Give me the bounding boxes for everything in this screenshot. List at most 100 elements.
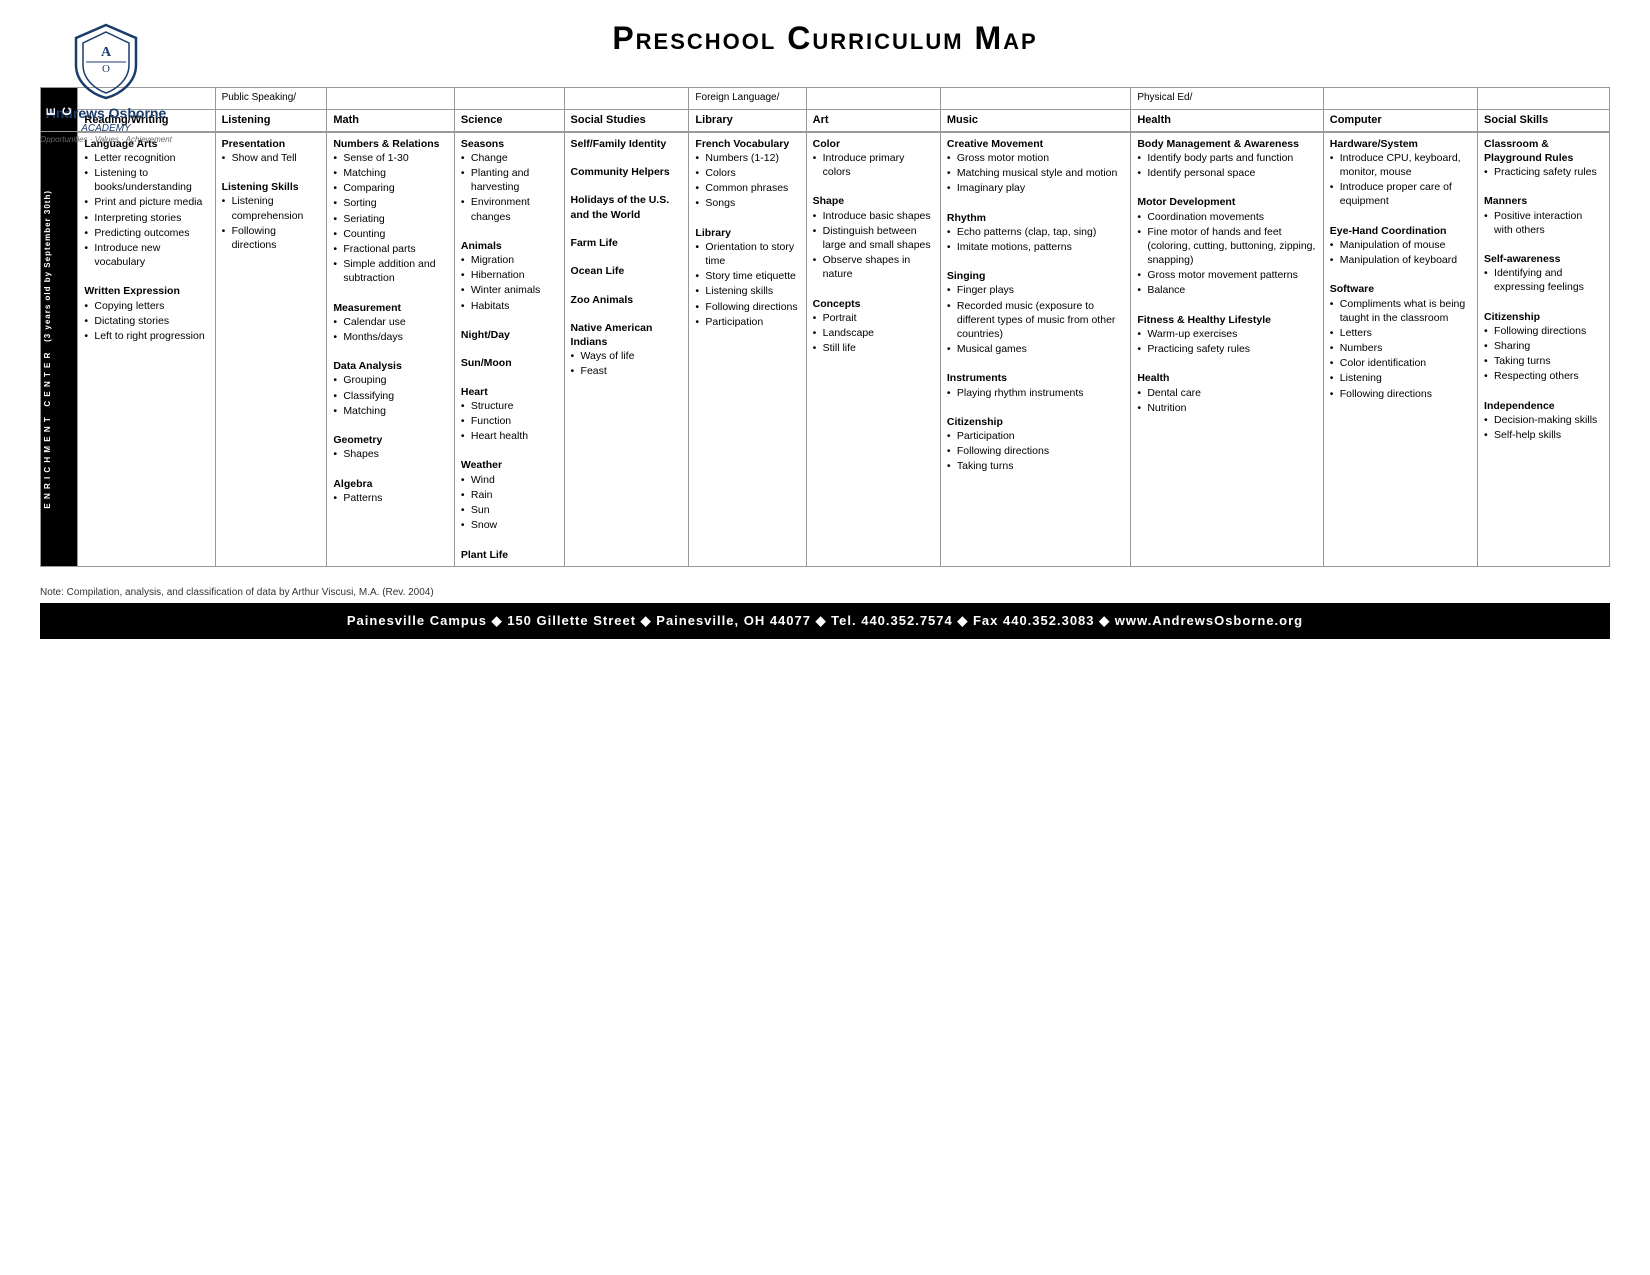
fitness-items: Warm-up exercises Practicing safety rule… [1137,327,1316,356]
list-item: Matching [333,166,448,180]
list-item: Manipulation of keyboard [1330,253,1471,267]
section-label-cell: E N R I C H M E N T C E N T E R (3 years… [41,132,78,566]
list-item: Predicting outcomes [84,226,208,240]
math-items: Sense of 1-30 Matching Comparing Sorting… [333,151,448,286]
written-expression-title: Written Expression [84,285,180,297]
list-item: Sun [461,503,558,517]
data-analysis-title: Data Analysis [333,360,401,372]
math-content: Numbers & Relations Sense of 1-30 Matchi… [327,132,455,566]
list-item: Common phrases [695,181,799,195]
list-item: Migration [461,253,558,267]
music-citizenship-items: Participation Following directions Takin… [947,429,1124,474]
list-item: Hibernation [461,268,558,282]
footer-address: Painesville Campus ◆ 150 Gillette Street… [347,613,1303,628]
list-item: Manipulation of mouse [1330,238,1471,252]
list-item: Feast [571,364,683,378]
list-item: Introduce CPU, keyboard, monitor, mouse [1330,151,1471,179]
eye-hand-title: Eye-Hand Coordination [1330,225,1447,237]
list-item: Nutrition [1137,401,1316,415]
social-content: Self/Family Identity Community Helpers H… [564,132,689,566]
social-skills-super [1478,88,1610,110]
list-item: Change [461,151,558,165]
list-item: Colors [695,166,799,180]
list-item: Habitats [461,299,558,313]
content-row: E N R I C H M E N T C E N T E R (3 years… [41,132,1610,566]
computer-header: Computer [1323,109,1477,131]
list-item: Planting and harvesting [461,166,558,194]
footer-bar: Painesville Campus ◆ 150 Gillette Street… [40,603,1610,639]
listening-items: Listening comprehension Following direct… [222,194,321,252]
svg-text:A: A [101,45,112,60]
rhythm-title: Rhythm [947,212,986,224]
singing-title: Singing [947,270,986,282]
foreign-super: Foreign Language/ [689,88,806,110]
zoo-title: Zoo Animals [571,294,634,306]
shape-title: Shape [813,195,845,207]
singing-items: Finger plays Recorded music (exposure to… [947,283,1124,356]
music-header: Music [940,109,1130,131]
list-item: Listening to books/understanding [84,166,208,194]
list-item: Rain [461,488,558,502]
phys-super: Physical Ed/ [1131,88,1323,110]
community-title: Community Helpers [571,166,670,178]
list-item: Simple addition and subtraction [333,257,448,285]
french-title: French Vocabulary [695,138,789,150]
art-super [806,88,940,110]
weather-items: Wind Rain Sun Snow [461,473,558,533]
listening-header: Listening [215,109,327,131]
heart-items: Structure Function Heart health [461,399,558,444]
self-family-title: Self/Family Identity [571,138,667,150]
measurement-items: Calendar use Months/days [333,315,448,344]
computer-content: Hardware/System Introduce CPU, keyboard,… [1323,132,1477,566]
list-item: Distinguish between large and small shap… [813,224,934,252]
list-item: Compliments what is being taught in the … [1330,297,1471,325]
list-item: Show and Tell [222,151,321,165]
list-item: Sense of 1-30 [333,151,448,165]
social-skills-content: Classroom & Playground Rules Practicing … [1478,132,1610,566]
citizenship-title: Citizenship [1484,311,1540,323]
seasons-items: Change Planting and harvesting Environme… [461,151,558,224]
list-item: Balance [1137,283,1316,297]
classroom-rules-title: Classroom & Playground Rules [1484,138,1573,164]
list-item: Patterns [333,491,448,505]
algebra-items: Patterns [333,491,448,505]
school-logo-icon: A O [71,20,141,100]
list-item: Letters [1330,326,1471,340]
listening-super: Public Speaking/ [215,88,327,110]
geometry-title: Geometry [333,434,382,446]
weather-title: Weather [461,459,502,471]
citizenship-items: Following directions Sharing Taking turn… [1484,324,1603,384]
table-header-row: Reading/Writing Listening Math Science S… [41,109,1610,131]
list-item: Practicing safety rules [1137,342,1316,356]
list-item: Structure [461,399,558,413]
list-item: Participation [947,429,1124,443]
list-item: Imaginary play [947,181,1124,195]
computer-super [1323,88,1477,110]
fitness-title: Fitness & Healthy Lifestyle [1137,314,1271,326]
list-item: Decision-making skills [1484,413,1603,427]
concepts-title: Concepts [813,298,861,310]
list-item: Participation [695,315,799,329]
eye-hand-items: Manipulation of mouse Manipulation of ke… [1330,238,1471,267]
reading-content: Language Arts Letter recognition Listeni… [78,132,215,566]
presentation-title: Presentation [222,138,286,150]
list-item: Observe shapes in nature [813,253,934,281]
manners-title: Manners [1484,195,1527,207]
page-title: Preschool Curriculum Map [612,20,1037,57]
list-item: Identify body parts and function [1137,151,1316,165]
listening-skills-title: Listening Skills [222,181,299,193]
science-content: Seasons Change Planting and harvesting E… [454,132,564,566]
list-item: Ways of life [571,349,683,363]
algebra-title: Algebra [333,478,372,490]
music-content: Creative Movement Gross motor motion Mat… [940,132,1130,566]
list-item: Interpreting stories [84,211,208,225]
list-item: Calendar use [333,315,448,329]
list-item: Story time etiquette [695,269,799,283]
farm-title: Farm Life [571,237,618,249]
list-item: Left to right progression [84,329,208,343]
list-item: Letter recognition [84,151,208,165]
list-item: Dictating stories [84,314,208,328]
body-mgmt-title: Body Management & Awareness [1137,138,1299,150]
ocean-title: Ocean Life [571,265,625,277]
list-item: Environment changes [461,195,558,223]
